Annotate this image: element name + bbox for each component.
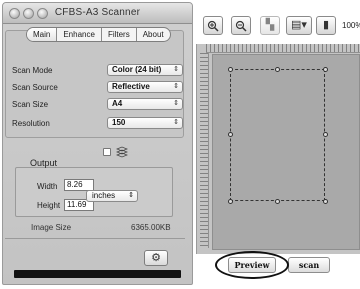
marquee-handle[interactable] [228, 67, 233, 72]
marquee-handle[interactable] [275, 199, 280, 204]
book-button[interactable]: ▮ [316, 16, 336, 35]
zoom-out-icon [235, 20, 247, 32]
highlight-ellipse [215, 251, 289, 279]
marquee-handle[interactable] [323, 67, 328, 72]
crop-icon: ▚ [265, 19, 275, 31]
horizontal-ruler [206, 44, 360, 53]
vertical-ruler [200, 53, 209, 248]
scan-size-select[interactable]: A4 ⇕ [107, 98, 183, 110]
select-arrows-icon: ⇕ [173, 100, 179, 107]
tab-filters[interactable]: Filters [102, 28, 137, 41]
scan-size-label: Scan Size [12, 100, 49, 109]
zoom-in-button[interactable] [203, 16, 223, 35]
marquee-handle[interactable] [323, 132, 328, 137]
crop-button[interactable]: ▚ [260, 16, 280, 35]
select-arrows-icon: ⇕ [128, 192, 134, 199]
scan-mode-value: Color (24 bit) [112, 65, 162, 74]
scan-size-value: A4 [112, 99, 123, 108]
unit-select[interactable]: inches ⇕ [86, 190, 138, 202]
tab-bar: Main Enhance Filters About [26, 27, 171, 42]
scan-source-value: Reflective [112, 82, 150, 91]
output-legend: Output [30, 158, 58, 168]
save-menu-button[interactable]: ▤▾ [286, 16, 312, 35]
book-icon: ▮ [322, 19, 330, 31]
zoom-out-button[interactable] [231, 16, 251, 35]
select-arrows-icon: ⇕ [173, 119, 179, 126]
image-filter-icon [116, 146, 128, 158]
gear-icon: ⚙ [151, 252, 161, 264]
scan-source-select[interactable]: Reflective ⇕ [107, 81, 183, 93]
progress-bar [14, 270, 181, 278]
marquee-handle[interactable] [275, 67, 280, 72]
resolution-select[interactable]: 150 ⇕ [107, 117, 183, 129]
resolution-label: Resolution [12, 119, 50, 128]
tab-enhance[interactable]: Enhance [57, 28, 102, 41]
select-arrows-icon: ⇕ [173, 66, 179, 73]
settings-gear-button[interactable]: ⚙ [144, 250, 168, 266]
zoom-in-icon [207, 20, 219, 32]
option-checkbox[interactable] [103, 148, 111, 156]
scan-mode-select[interactable]: Color (24 bit) ⇕ [107, 64, 183, 76]
select-arrows-icon: ⇕ [173, 83, 179, 90]
scan-button[interactable]: scan [288, 257, 330, 273]
save-icon: ▤▾ [291, 19, 307, 31]
unit-value: inches [92, 191, 116, 200]
marquee-handle[interactable] [228, 132, 233, 137]
scan-source-label: Scan Source [12, 83, 58, 92]
tab-about[interactable]: About [137, 28, 170, 41]
window-title: CFBS-A3 Scanner [54, 7, 141, 18]
tab-main[interactable]: Main [27, 28, 58, 41]
divider [5, 238, 185, 239]
preview-toolbar: ▚ ▤▾ ▮ 100% [196, 16, 360, 46]
title-bar: CFBS-A3 Scanner [3, 3, 192, 24]
marquee-handle[interactable] [323, 199, 328, 204]
zoom-level: 100% [342, 21, 360, 30]
resolution-value: 150 [112, 118, 126, 127]
selection-marquee[interactable] [230, 69, 325, 201]
image-size-label: Image Size [31, 223, 72, 232]
width-label: Width [37, 182, 58, 191]
image-size-value: 6365.00KB [131, 223, 171, 232]
scan-mode-label: Scan Mode [12, 66, 53, 75]
marquee-handle[interactable] [228, 199, 233, 204]
height-label: Height [37, 201, 61, 210]
